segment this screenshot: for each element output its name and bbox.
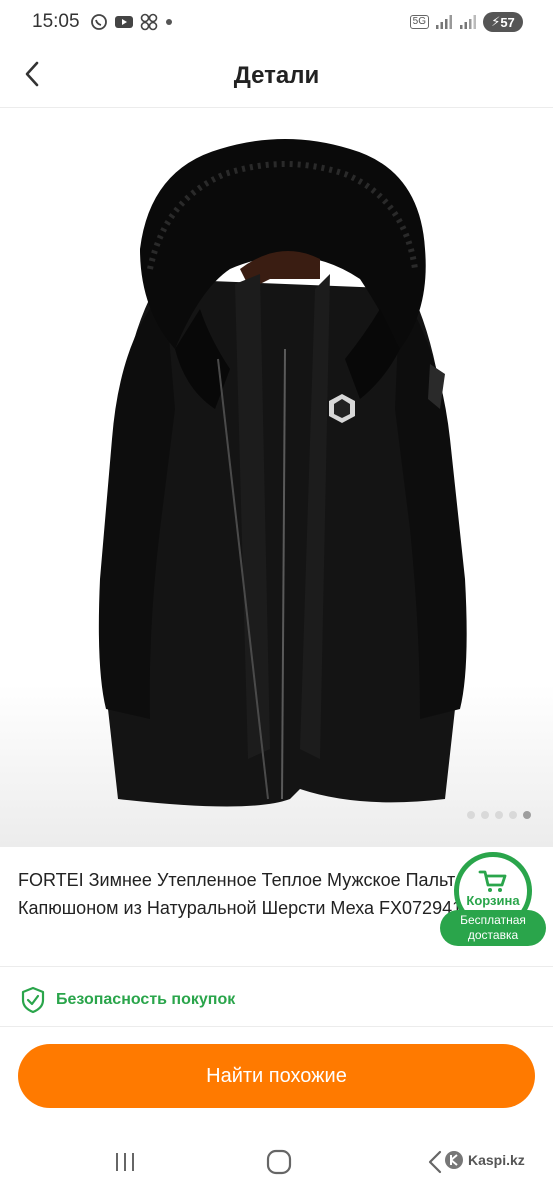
status-bar: 15:05 5G ⚡ 57 — [0, 0, 553, 44]
battery-indicator: ⚡ 57 — [483, 12, 523, 32]
free-delivery-ribbon: Бесплатная доставка — [440, 910, 546, 946]
safety-label: Безопасность покупок — [56, 991, 236, 1008]
cart-button[interactable]: Корзина Бесплатная доставка — [440, 852, 548, 946]
shopping-cart-icon — [478, 870, 507, 892]
pinwheel-icon — [140, 13, 157, 31]
home-button[interactable] — [259, 1148, 299, 1176]
whatsapp-icon — [90, 14, 107, 30]
lightning-icon: ⚡ — [491, 14, 501, 29]
watermark-text: Kaspi.kz — [468, 1152, 525, 1168]
battery-level: 57 — [500, 14, 515, 30]
purchase-safety-row[interactable]: Безопасность покупок — [20, 985, 235, 1015]
kaspi-logo-icon — [445, 1151, 463, 1169]
signal-icon-2 — [460, 15, 476, 29]
dot-icon — [165, 19, 172, 25]
divider — [0, 966, 553, 967]
gallery-dot[interactable] — [481, 811, 489, 819]
signal-icon — [436, 15, 452, 29]
status-notification-icons — [90, 13, 174, 31]
recent-apps-icon — [116, 1153, 134, 1171]
network-badge: 5G — [409, 15, 429, 29]
product-image-gallery[interactable] — [0, 109, 553, 847]
gallery-dot-active[interactable] — [523, 811, 531, 819]
status-system-icons: 5G ⚡ 57 — [409, 12, 523, 32]
page-title: Детали — [233, 61, 320, 89]
gallery-dot[interactable] — [509, 811, 517, 819]
shield-check-icon — [21, 986, 45, 1014]
find-similar-button[interactable]: Найти похожие — [18, 1044, 535, 1108]
home-icon — [266, 1149, 292, 1175]
free-delivery-line1: Бесплатная — [460, 913, 526, 927]
recent-apps-button[interactable] — [105, 1148, 145, 1176]
nav-back-icon — [428, 1150, 442, 1174]
chevron-left-icon — [25, 61, 39, 87]
gallery-dot[interactable] — [495, 811, 503, 819]
back-button[interactable] — [14, 56, 50, 92]
gallery-pagination — [467, 811, 531, 819]
kaspi-watermark: Kaspi.kz — [444, 1150, 525, 1170]
product-image — [98, 139, 467, 807]
app-header: Детали — [0, 44, 553, 108]
divider — [0, 1026, 553, 1027]
youtube-icon — [114, 16, 133, 28]
gallery-dot[interactable] — [467, 811, 475, 819]
free-delivery-line2: доставка — [467, 928, 519, 942]
status-time: 15:05 — [32, 11, 80, 32]
cart-label: Корзина — [466, 893, 520, 908]
